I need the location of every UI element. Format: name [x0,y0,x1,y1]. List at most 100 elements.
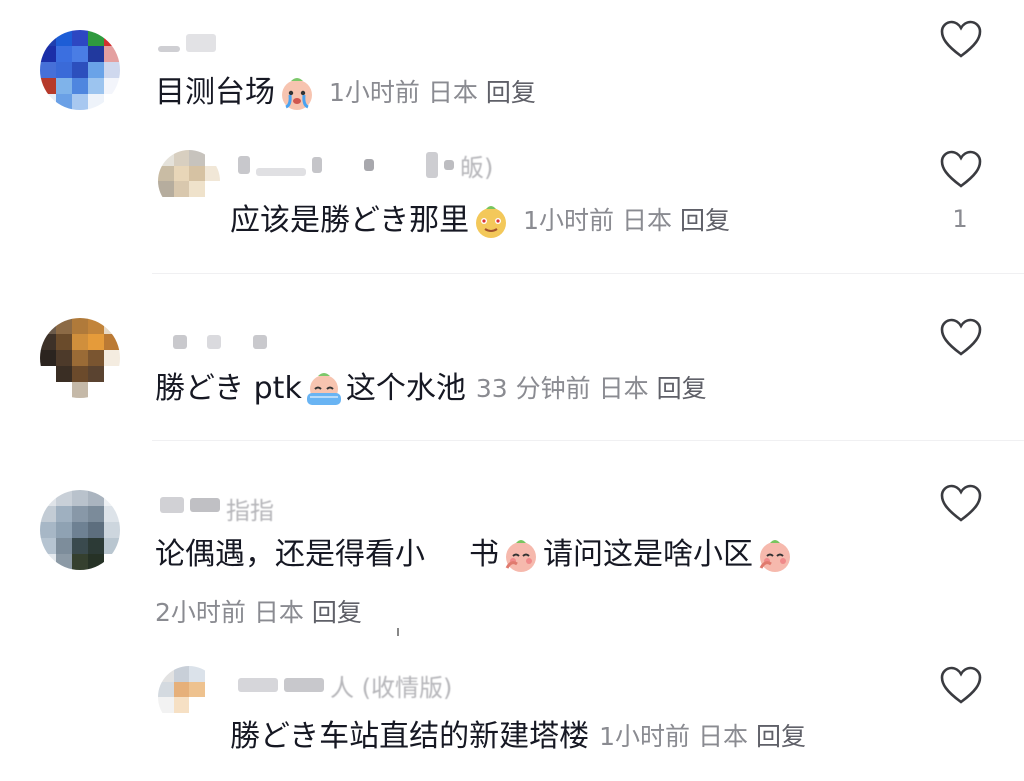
avatar[interactable] [40,318,120,398]
username[interactable]: 指指 [160,490,274,525]
avatar[interactable] [158,150,220,212]
comment-time: 33 分钟前 [475,374,591,403]
avatar-pixel [104,30,120,46]
avatar-pixel [104,538,120,554]
avatar-pixel [104,366,120,382]
avatar-pixel [104,490,120,506]
avatar-pixel [104,350,120,366]
like-count: 1 [952,205,968,233]
avatar-pixel [88,350,104,366]
avatar-pixel [40,350,56,366]
avatar[interactable] [40,30,120,110]
avatar-pixel [104,554,120,570]
avatar-pixel [104,334,120,350]
avatar-pixel [72,350,88,366]
avatar-pixel [158,165,174,181]
avatar-pixel [40,318,56,334]
avatar-pixel [158,681,174,697]
username[interactable]: 皈) [238,150,493,182]
reply-button[interactable]: 回复 [756,722,806,751]
like-button[interactable] [940,318,982,358]
redaction [425,538,469,572]
avatar-pixel [158,666,174,682]
comment-meta: 1小时前 日本 回复 [329,73,544,113]
avatar-pixel [173,165,189,181]
avatar-pixel [158,712,174,728]
avatar-pixel [104,78,120,94]
username-suffix: 指指 [226,496,274,525]
avatar-pixel [56,554,72,570]
comment-location: 日本 [598,374,649,403]
comment-time: 1小时前 [523,206,615,235]
avatar-pixel [204,666,220,682]
heart-icon [940,150,982,188]
reply-button[interactable]: 回复 [312,598,362,627]
comment-meta: 2小时前 日本 回复 [155,593,370,629]
username[interactable] [158,28,216,58]
avatar-pixel [72,62,88,78]
avatar-pixel [56,46,72,62]
crying-face-emoji [306,373,341,405]
avatar-pixel [173,712,189,728]
avatar-pixel [56,490,72,506]
avatar-pixel [173,196,189,212]
like-button[interactable] [940,666,982,706]
like-button[interactable] [940,484,982,524]
avatar-pixel [88,366,104,382]
avatar-pixel [40,334,56,350]
avatar-pixel [40,46,56,62]
username-suffix: 人 (收情版) [330,673,453,702]
avatar-pixel [204,181,220,197]
avatar-pixel [189,181,205,197]
comment-location: 日本 [427,78,478,107]
avatar-pixel [72,334,88,350]
comment-time: 2小时前 [155,598,246,627]
avatar-pixel [204,681,220,697]
avatar-pixel [189,712,205,728]
avatar-pixel [104,506,120,522]
avatar-pixel [72,490,88,506]
avatar-pixel [104,318,120,334]
comment-body: 目测台场 1小时前 日本 回复 [155,73,544,113]
avatar-pixel [189,165,205,181]
heart-icon [940,20,982,58]
comment-time: 1小时前 [599,722,691,751]
avatar-pixel [88,506,104,522]
username[interactable] [173,327,267,357]
comment-text: 目测台场 [155,75,275,110]
avatar[interactable] [158,666,220,728]
reply-button[interactable]: 回复 [680,206,730,235]
avatar-pixel [40,554,56,570]
avatar-pixel [204,165,220,181]
comment-location: 日本 [698,722,749,751]
like-button[interactable] [940,150,982,190]
avatar[interactable] [40,490,120,570]
like-button[interactable] [940,20,982,60]
avatar-pixel [158,150,174,166]
avatar-pixel [173,681,189,697]
reply-button[interactable]: 回复 [486,78,536,107]
avatar-pixel [189,697,205,713]
username[interactable]: 人 (收情版) [238,670,453,702]
comment-text: 勝どき ptk [155,371,302,406]
avatar-pixel [40,538,56,554]
avatar-pixel [56,318,72,334]
avatar-pixel [72,30,88,46]
comment-meta: 1小时前 日本 回复 [599,717,814,757]
avatar-pixel [88,522,104,538]
avatar-pixel [40,506,56,522]
cursor-mark [397,628,399,636]
heart-icon [940,666,982,704]
avatar-pixel [158,196,174,212]
comment-text-cont: 书 [469,537,499,572]
comment-meta: 33 分钟前 日本 回复 [476,369,715,409]
avatar-pixel [88,30,104,46]
comment-text-cont: 这个水池 [345,371,466,406]
avatar-pixel [72,46,88,62]
avatar-pixel [56,334,72,350]
avatar-pixel [88,538,104,554]
avatar-pixel [104,62,120,78]
avatar-pixel [40,522,56,538]
divider [152,440,1024,441]
reply-button[interactable]: 回复 [657,374,707,403]
